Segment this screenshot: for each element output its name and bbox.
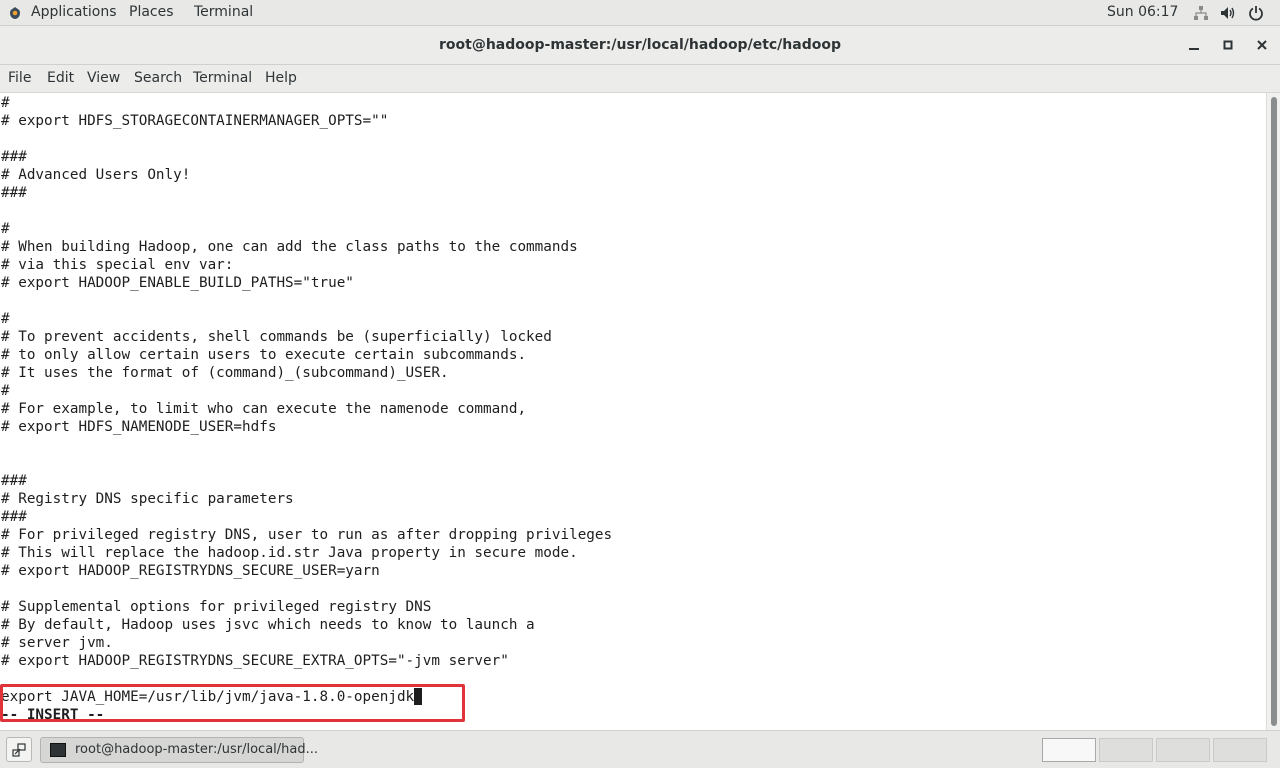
bottom-taskbar: root@hadoop-master:/usr/local/had...	[0, 730, 1280, 768]
terminal-icon	[50, 743, 66, 757]
terminal-line: # export HADOOP_ENABLE_BUILD_PATHS="true…	[1, 275, 354, 291]
show-desktop-button[interactable]	[6, 737, 32, 762]
terminal-line: #	[1, 383, 10, 399]
terminal-line: # Supplemental options for privileged re…	[1, 599, 432, 615]
terminal-line: ###	[1, 509, 27, 525]
terminal-line: # export HADOOP_REGISTRYDNS_SECURE_USER=…	[1, 563, 380, 579]
applications-icon	[10, 7, 20, 19]
menu-edit[interactable]: Edit	[47, 65, 74, 92]
volume-icon[interactable]	[1220, 5, 1236, 21]
terminal-line: ###	[1, 185, 27, 201]
top-panel: Applications Places Terminal Sun 06:17	[0, 0, 1280, 26]
show-desktop-icon	[12, 743, 26, 757]
window-titlebar[interactable]: root@hadoop-master:/usr/local/hadoop/etc…	[0, 26, 1280, 65]
terminal-line: # via this special env var:	[1, 257, 234, 273]
menu-file[interactable]: File	[8, 65, 31, 92]
applications-menu[interactable]: Applications	[31, 0, 117, 26]
terminal-line: # export HDFS_STORAGECONTAINERMANAGER_OP…	[1, 113, 389, 129]
power-icon[interactable]	[1248, 5, 1264, 21]
menu-help[interactable]: Help	[265, 65, 297, 92]
terminal-output[interactable]: # # export HDFS_STORAGECONTAINERMANAGER_…	[0, 93, 1266, 730]
scrollbar-thumb[interactable]	[1271, 97, 1277, 726]
terminal-line: # By default, Hadoop uses jsvc which nee…	[1, 617, 535, 633]
terminal-line: # For example, to limit who can execute …	[1, 401, 527, 417]
network-icon[interactable]	[1193, 5, 1209, 21]
terminal-line: # Registry DNS specific parameters	[1, 491, 294, 507]
terminal-scrollbar[interactable]	[1266, 93, 1280, 730]
terminal-line: # It uses the format of (command)_(subco…	[1, 365, 449, 381]
terminal-line: # to only allow certain users to execute…	[1, 347, 527, 363]
terminal-line: ###	[1, 473, 27, 489]
terminal-line: # server jvm.	[1, 635, 113, 651]
window-title: root@hadoop-master:/usr/local/hadoop/etc…	[438, 37, 841, 53]
highlight-box	[0, 684, 465, 722]
maximize-icon[interactable]	[1220, 37, 1236, 53]
terminal-menubar: File Edit View Search Terminal Help	[0, 65, 1280, 93]
taskbar-window-label: root@hadoop-master:/usr/local/had...	[75, 742, 319, 757]
clock[interactable]: Sun 06:17	[1107, 0, 1178, 25]
terminal-line: # When building Hadoop, one can add the …	[1, 239, 578, 255]
workspace-4[interactable]	[1213, 738, 1267, 762]
terminal-line: # For privileged registry DNS, user to r…	[1, 527, 613, 543]
places-menu[interactable]: Places	[129, 0, 174, 26]
terminal-line: # This will replace the hadoop.id.str Ja…	[1, 545, 578, 561]
minimize-icon[interactable]	[1186, 37, 1202, 53]
terminal-line: #	[1, 95, 10, 111]
terminal-line: # Advanced Users Only!	[1, 167, 191, 183]
terminal-line: # export HADOOP_REGISTRYDNS_SECURE_EXTRA…	[1, 653, 509, 669]
terminal-app-menu[interactable]: Terminal	[194, 0, 253, 26]
terminal-line: # To prevent accidents, shell commands b…	[1, 329, 552, 345]
taskbar-window-button[interactable]: root@hadoop-master:/usr/local/had...	[40, 737, 318, 763]
close-icon[interactable]	[1254, 37, 1270, 53]
terminal-line: #	[1, 311, 10, 327]
terminal-line: ###	[1, 149, 27, 165]
terminal-line: # export HDFS_NAMENODE_USER=hdfs	[1, 419, 277, 435]
workspace-3[interactable]	[1156, 738, 1210, 762]
workspace-1[interactable]	[1042, 738, 1096, 762]
workspace-2[interactable]	[1099, 738, 1153, 762]
terminal-line: #	[1, 221, 10, 237]
menu-search[interactable]: Search	[134, 65, 182, 92]
menu-terminal[interactable]: Terminal	[193, 65, 252, 92]
menu-view[interactable]: View	[87, 65, 120, 92]
